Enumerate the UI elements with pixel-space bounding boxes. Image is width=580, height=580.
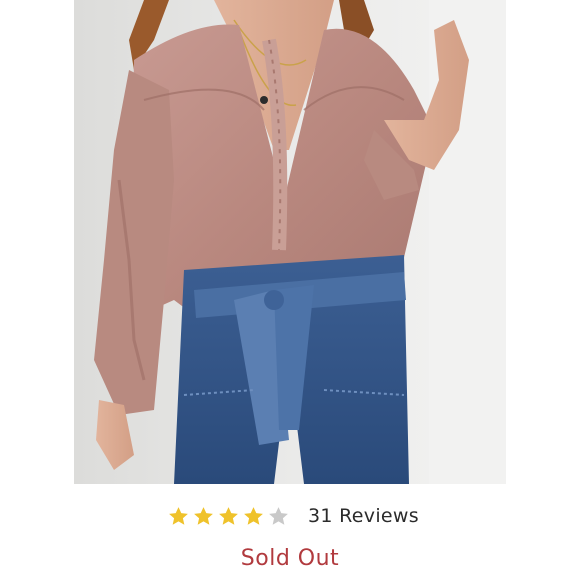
reviews-count-label[interactable]: 31 Reviews: [308, 505, 419, 527]
star-icon: [192, 505, 215, 528]
star-icon: [217, 505, 240, 528]
star-icon: [267, 505, 290, 528]
product-photo[interactable]: [74, 0, 506, 484]
listing-card: 31 Reviews Sold Out: [0, 0, 580, 580]
sold-out-label: Sold Out: [240, 546, 340, 571]
star-icon: [167, 505, 190, 528]
rating-row[interactable]: 31 Reviews: [0, 500, 580, 532]
star-rating[interactable]: [167, 505, 290, 528]
star-icon: [242, 505, 265, 528]
